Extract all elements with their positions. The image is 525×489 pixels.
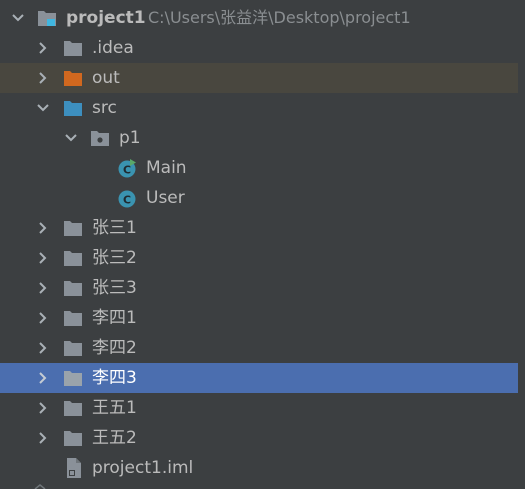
tree-item-label: .idea <box>92 38 134 58</box>
tree-item-label: 王五2 <box>92 428 137 448</box>
svg-text:C: C <box>123 194 131 207</box>
tree-item-label: 王五1 <box>92 398 137 418</box>
chevron-right-icon[interactable] <box>35 70 51 86</box>
tree-row-project1[interactable]: project1 C:\Users\张益洋\Desktop\project1 <box>0 3 518 33</box>
chevron-right-icon[interactable] <box>35 370 51 386</box>
tree-row-wangwu1[interactable]: 王五1 <box>0 393 518 423</box>
tree-row-zhangsan1[interactable]: 张三1 <box>0 213 518 243</box>
tree-item-label: 张三1 <box>92 218 137 238</box>
folder-icon <box>64 281 82 296</box>
chevron-right-icon[interactable] <box>35 400 51 416</box>
chevron-right-icon[interactable] <box>35 430 51 446</box>
svg-text:C: C <box>123 164 131 177</box>
main-class-icon: C <box>118 159 136 178</box>
tree-row-lisi3[interactable]: 李四3 <box>0 363 518 393</box>
package-icon <box>91 131 109 146</box>
tree-row-zhangsan3[interactable]: 张三3 <box>0 273 518 303</box>
tree-row-out[interactable]: out <box>0 63 518 93</box>
tree-item-label: out <box>92 68 120 88</box>
tree-item-label: 张三2 <box>92 248 137 268</box>
chevron-down-icon[interactable] <box>63 130 79 146</box>
class-icon: C <box>118 190 136 208</box>
tree-row-src[interactable]: src <box>0 93 518 123</box>
tree-row-main[interactable]: C Main <box>0 153 518 183</box>
chevron-right-icon[interactable] <box>35 280 51 296</box>
source-folder-icon <box>64 101 82 116</box>
tree-row-lisi1[interactable]: 李四1 <box>0 303 518 333</box>
tree-row-project1-iml[interactable]: project1.iml <box>0 453 518 483</box>
tree-row-user[interactable]: C User <box>0 183 518 213</box>
excluded-folder-icon <box>64 71 82 86</box>
folder-icon <box>64 311 82 326</box>
tree-item-label: User <box>146 188 185 208</box>
chevron-down-icon[interactable] <box>35 100 51 116</box>
project-folder-icon <box>38 11 56 26</box>
folder-icon <box>64 251 82 266</box>
chevron-right-icon[interactable] <box>35 220 51 236</box>
module-file-icon <box>67 458 81 478</box>
tree-item-label: 李四1 <box>92 308 137 328</box>
tree-item-label: 李四3 <box>92 368 137 388</box>
root-path: C:\Users\张益洋\Desktop\project1 <box>148 8 411 27</box>
chevron-right-icon[interactable] <box>35 250 51 266</box>
tree-row-wangwu2[interactable]: 王五2 <box>0 423 518 453</box>
tree-row-lisi2[interactable]: 李四2 <box>0 333 518 363</box>
tree-row-idea[interactable]: .idea <box>0 33 518 63</box>
project-tree-panel: project1 C:\Users\张益洋\Desktop\project1 .… <box>0 0 518 489</box>
tree-item-label: project1.iml <box>92 458 194 478</box>
chevron-down-icon[interactable] <box>10 10 26 26</box>
chevron-right-icon[interactable] <box>35 310 51 326</box>
folder-icon <box>64 341 82 356</box>
tree-row-p1[interactable]: p1 <box>0 123 518 153</box>
folder-icon <box>64 371 82 386</box>
tree-item-label: 张三3 <box>92 278 137 298</box>
tree-item-label: p1 <box>119 128 141 148</box>
folder-icon <box>64 221 82 236</box>
chevron-up-icon <box>34 484 46 489</box>
root-label: project1 <box>66 8 146 28</box>
tree-item-label: src <box>92 98 117 118</box>
folder-icon <box>64 431 82 446</box>
folder-icon <box>64 41 82 56</box>
tree-row-zhangsan2[interactable]: 张三2 <box>0 243 518 273</box>
folder-icon <box>64 401 82 416</box>
tree-item-label: Main <box>146 158 187 178</box>
tree-item-label: 李四2 <box>92 338 137 358</box>
chevron-right-icon[interactable] <box>35 340 51 356</box>
chevron-right-icon[interactable] <box>35 40 51 56</box>
scrollbar-track[interactable] <box>518 0 525 489</box>
